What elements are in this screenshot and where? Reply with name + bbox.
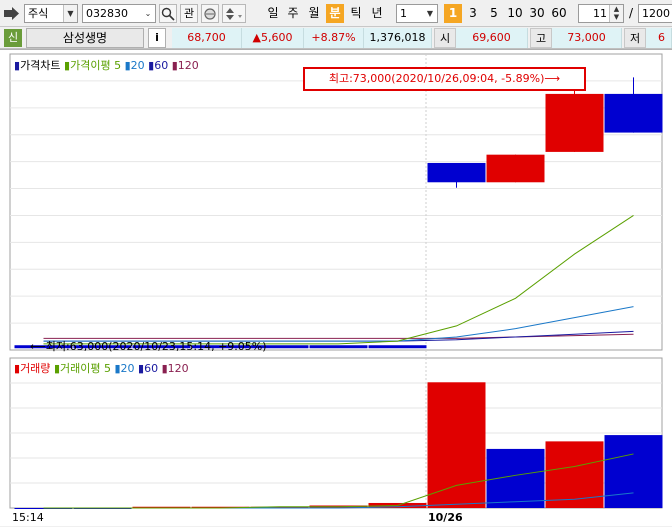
legend-ma5: 5 [114,59,122,72]
high-price: 73,000 [552,28,622,48]
legend-ma60: 60 [154,59,169,72]
legend-price-chart: 가격차트 [20,59,61,72]
volume-legend: ▮거래량 ▮거래이평 5 ▮20 ▮60 ▮120 [14,360,189,376]
chart-canvas[interactable] [0,50,672,527]
minute-5-button[interactable]: 5 [485,4,503,23]
stock-code-value: 032830 [86,7,128,20]
new-badge: 신 [4,29,22,47]
legend-volume: 거래량 [20,362,51,375]
x-label-left: 15:14 [12,511,44,524]
minute-10-button[interactable]: 10 [504,4,526,23]
minute-60-button[interactable]: 60 [548,4,570,23]
toolbar: 주식 ▼ 032830 ⌄ 관 일 주 월 분 틱 년 1 ▼ 1 3 5 10… [0,0,672,27]
candle-body [545,93,604,152]
chart-area[interactable]: ▮가격차트 ▮가격이평 5 ▮20 ▮60 ▮120 최고:73,000(202… [0,49,672,526]
updown-button[interactable] [222,4,246,23]
candle-body [309,345,368,349]
legend-volume-ma: 거래이평 [60,362,101,375]
period-year[interactable]: 년 [368,4,386,23]
candle-body [368,345,427,349]
updown-arrow-icon [226,8,242,20]
x-label-date: 10/26 [428,511,463,524]
total-count-input[interactable]: 1200 [638,4,672,23]
candle-body [486,154,545,183]
legend-vma60: 60 [144,362,159,375]
chevron-down-icon: ▼ [423,5,437,22]
legend-ma20: 20 [130,59,145,72]
volume-bar [545,441,604,508]
current-price: 68,700 [172,28,242,48]
market-type-select[interactable]: 주식 ▼ [24,4,78,23]
stock-code-input[interactable]: 032830 ⌄ [82,4,156,23]
price-legend: ▮가격차트 ▮가격이평 5 ▮20 ▮60 ▮120 [14,57,199,73]
slash-label: / [628,6,634,20]
panel-toggle-icon[interactable] [4,7,20,20]
stock-name: 삼성생명 [62,31,108,45]
period-minute[interactable]: 분 [326,4,344,23]
minute-30-button[interactable]: 30 [526,4,548,23]
search-icon [161,7,175,21]
legend-vma20: 20 [120,362,135,375]
info-button[interactable]: i [148,28,166,48]
period-tick[interactable]: 틱 [347,4,365,23]
period-month[interactable]: 월 [305,4,323,23]
open-label: 시 [434,28,456,48]
legend-vma120: 120 [167,362,189,375]
candle-body [427,162,486,183]
high-label: 고 [530,28,552,48]
volume-bar [427,382,486,508]
chevron-down-icon: ▼ [63,5,77,22]
period-value-select[interactable]: 1 ▼ [396,4,438,23]
low-price: 6 [646,28,672,48]
low-label: 저 [624,28,646,48]
low-annotation: ⟵최저:63,000(2020/10/23,15:14, +9.05%) [30,340,267,353]
trade-volume: 1,376,018 [364,28,432,48]
count-value: 11 [593,7,607,20]
volume-bar [604,435,663,508]
period-day[interactable]: 일 [264,4,282,23]
stock-name-field[interactable]: 삼성생명 [26,28,144,48]
minute-3-button[interactable]: 3 [464,4,482,23]
legend-vma5: 5 [103,362,111,375]
market-type-value: 주식 [28,7,49,20]
candle-body [604,93,663,133]
open-price: 69,600 [456,28,528,48]
legend-price-ma: 가격이평 [70,59,111,72]
total-count-value: 1200 [642,7,670,20]
refresh-button[interactable] [201,4,219,23]
change-percent: +8.87% [304,28,364,48]
legend-ma120: 120 [177,59,199,72]
count-stepper[interactable]: 11 ▲ ▼ [578,4,624,23]
refresh-icon [204,8,216,20]
watchlist-button[interactable]: 관 [180,4,198,23]
high-annotation: 최고:73,000(2020/10/26,09:04, -5.89%)⟶ [303,67,586,91]
price-change: ▲5,600 [242,28,304,48]
stepper-icon: ▲ ▼ [609,5,623,22]
stock-info-bar: 신 삼성생명 i 68,700 ▲5,600 +8.87% 1,376,018 … [0,27,672,49]
minute-1-button[interactable]: 1 [444,4,462,23]
chevron-down-icon: ⌄ [141,5,155,22]
period-week[interactable]: 주 [284,4,302,23]
search-button[interactable] [159,4,177,23]
period-value: 1 [400,7,407,20]
